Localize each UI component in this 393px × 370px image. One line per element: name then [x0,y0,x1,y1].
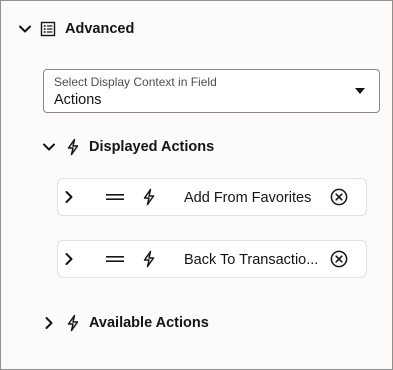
advanced-section-title[interactable]: Advanced [65,20,134,38]
lightning-bolt-icon [141,250,157,268]
list-item[interactable]: Add From Favorites [57,178,367,216]
drag-handle-icon[interactable] [105,251,125,267]
action-label: Add From Favorites [184,190,312,206]
chevron-down-icon[interactable] [41,139,57,155]
drag-handle-icon[interactable] [105,189,125,205]
chevron-down-icon[interactable] [17,21,33,37]
displayed-actions-title[interactable]: Displayed Actions [89,138,214,156]
remove-circle-icon[interactable] [330,250,348,268]
action-label: Back To Transactio... [184,252,319,268]
chevron-right-icon[interactable] [61,251,77,267]
chevron-right-icon[interactable] [41,315,57,331]
list-form-icon [40,21,56,37]
chevron-right-icon[interactable] [61,189,77,205]
display-context-label: Select Display Context in Field [54,75,217,89]
display-context-value: Actions [54,92,102,108]
lightning-bolt-icon [65,314,81,332]
lightning-bolt-icon [141,188,157,206]
remove-circle-icon[interactable] [330,188,348,206]
caret-down-icon[interactable] [355,88,365,94]
lightning-bolt-icon [65,138,81,156]
display-context-select[interactable]: Select Display Context in Field Actions [43,69,380,113]
available-actions-title[interactable]: Available Actions [89,314,209,332]
list-item[interactable]: Back To Transactio... [57,240,367,278]
advanced-panel: Advanced Select Display Context in Field… [0,0,393,370]
